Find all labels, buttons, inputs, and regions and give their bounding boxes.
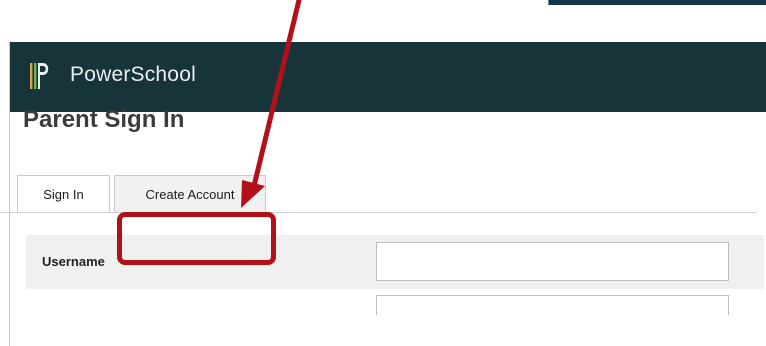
header-bar: PowerSchool [10, 42, 766, 112]
window-edge [548, 0, 766, 5]
tab-sign-in[interactable]: Sign In [17, 175, 110, 213]
page-title: Parent Sign In [23, 106, 185, 133]
username-label: Username [42, 254, 105, 269]
powerschool-logo-icon [30, 63, 49, 89]
tab-create-account[interactable]: Create Account [114, 175, 266, 212]
annotation-highlight-box [117, 212, 276, 265]
username-input[interactable] [376, 242, 729, 281]
brand-name: PowerSchool [70, 63, 196, 86]
tabs-divider [0, 212, 757, 213]
password-input[interactable] [376, 295, 729, 315]
